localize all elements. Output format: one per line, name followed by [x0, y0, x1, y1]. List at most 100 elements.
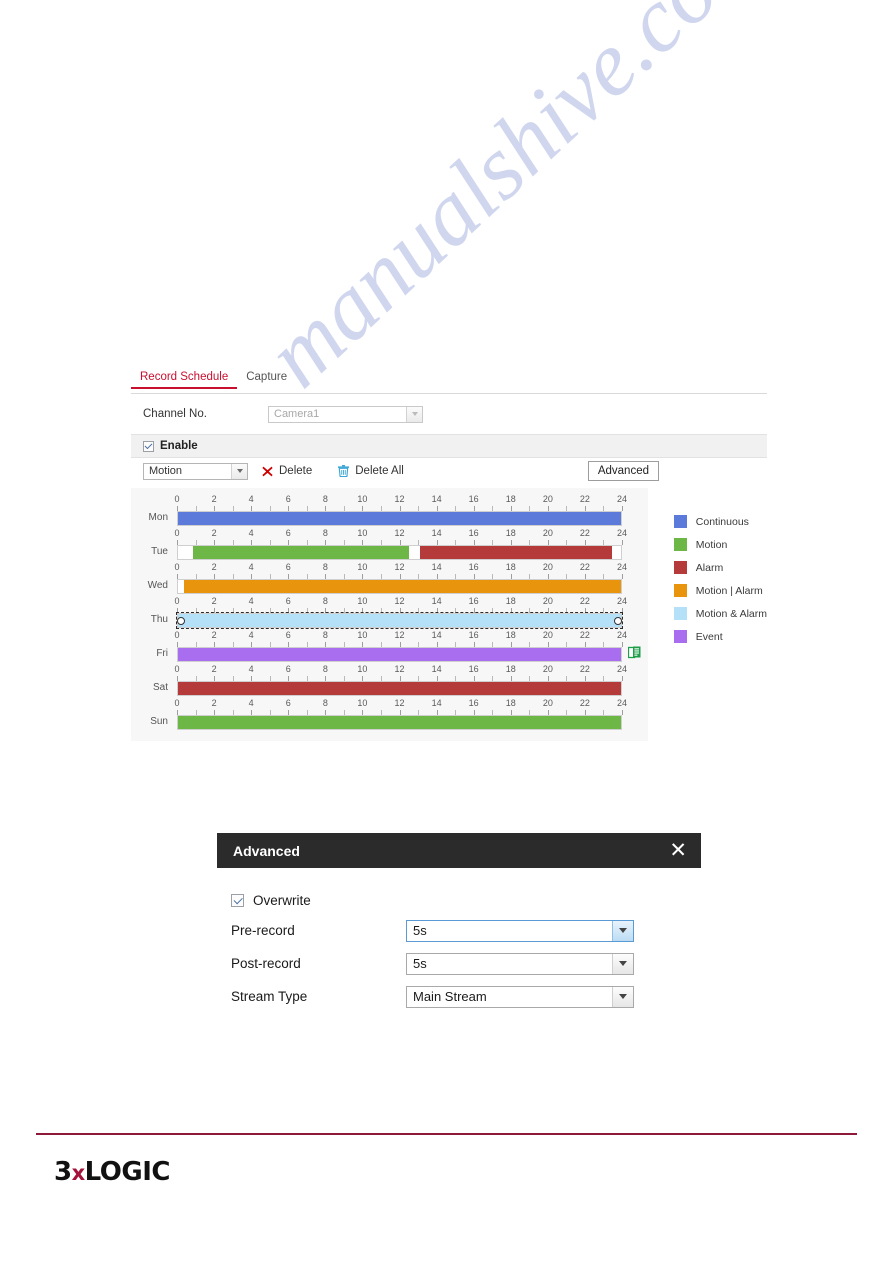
day-track-column: 0 2 4 6 8 10 12 14 16 18 20 22 24 — [174, 698, 627, 730]
pre-record-select[interactable]: 5s — [406, 919, 634, 942]
hour-ruler: 0 2 4 6 8 10 12 14 16 18 20 22 24 — [174, 596, 627, 613]
ruler-tick-label: 24 — [616, 494, 628, 504]
schedule-segment[interactable] — [178, 648, 621, 661]
ruler-tick-label: 8 — [322, 630, 328, 640]
schedule-segment[interactable] — [178, 512, 621, 525]
hour-ruler: 0 2 4 6 8 10 12 14 16 18 20 22 24 — [174, 562, 627, 579]
legend-color-swatch — [673, 607, 687, 620]
close-icon[interactable]: ✕ — [669, 840, 687, 861]
ruler-tick-label: 14 — [431, 664, 442, 674]
ruler-tick-label: 12 — [394, 494, 405, 504]
ruler-tick-label: 18 — [505, 698, 516, 708]
delete-all-button-label: Delete All — [355, 465, 404, 477]
ruler-tick-label: 16 — [468, 562, 479, 572]
ruler-tick-label: 2 — [211, 630, 217, 640]
pre-record-value: 5s — [413, 923, 427, 938]
schedule-segment[interactable] — [192, 546, 409, 559]
advanced-dialog-title: Advanced — [233, 842, 300, 859]
day-track[interactable] — [177, 579, 622, 594]
segment-drag-handle[interactable] — [177, 616, 185, 625]
ruler-tick-label: 10 — [357, 698, 368, 708]
day-label: Thu — [150, 614, 168, 625]
hour-ruler: 0 2 4 6 8 10 12 14 16 18 20 22 24 — [174, 698, 627, 715]
ruler-tick-label: 18 — [505, 528, 516, 538]
ruler-tick-label: 18 — [505, 596, 516, 606]
ruler-tick-label: 12 — [394, 596, 405, 606]
day-label: Mon — [148, 512, 168, 523]
ruler-tick-label: 20 — [542, 528, 553, 538]
record-type-select[interactable]: Motion — [143, 462, 248, 480]
day-label: Sat — [152, 682, 168, 693]
day-track-column: 0 2 4 6 8 10 12 14 16 18 20 22 24 — [174, 664, 627, 696]
ruler-tick — [622, 608, 623, 613]
ruler-tick-label: 14 — [431, 528, 442, 538]
ruler-tick-label: 18 — [505, 494, 516, 504]
ruler-tick-label: 16 — [468, 664, 479, 674]
schedule-segment[interactable] — [178, 614, 621, 627]
post-record-select[interactable]: 5s — [406, 952, 634, 975]
legend-label: Event — [695, 630, 723, 643]
legend-item: Alarm — [673, 556, 767, 579]
ruler-tick-label: 4 — [248, 664, 254, 674]
copy-schedule-icon[interactable] — [627, 646, 641, 659]
brand-prefix: 3 — [54, 1157, 72, 1187]
ruler-tick-label: 2 — [211, 664, 217, 674]
day-track[interactable] — [177, 715, 622, 730]
hour-ruler: 0 2 4 6 8 10 12 14 16 18 20 22 24 — [174, 528, 627, 545]
schedule-legend: Continuous Motion Alarm Motion | Alarm Motio… — [648, 488, 767, 741]
delete-all-button[interactable]: Delete All — [338, 465, 404, 477]
record-schedule-panel: Record Schedule Capture Channel No. Came… — [131, 370, 767, 741]
schedule-segment[interactable] — [178, 682, 621, 695]
ruler-tick-label: 10 — [357, 562, 368, 572]
legend-label: Alarm — [695, 561, 724, 574]
enable-label: Enable — [160, 440, 198, 452]
ruler-tick-label: 8 — [322, 494, 328, 504]
legend-label: Motion & Alarm — [695, 607, 767, 620]
chevron-down-icon — [612, 986, 633, 1007]
day-track[interactable] — [177, 681, 622, 696]
stream-type-select[interactable]: Main Stream — [406, 985, 634, 1008]
day-track-column: 0 2 4 6 8 10 12 14 16 18 20 22 24 — [174, 562, 627, 594]
advanced-button[interactable]: Advanced — [587, 461, 659, 481]
delete-button[interactable]: Delete — [262, 465, 312, 477]
ruler-tick-label: 10 — [357, 664, 368, 674]
channel-select[interactable]: Camera1 — [268, 405, 423, 423]
schedule-segment[interactable] — [183, 580, 621, 593]
post-record-row: Post-record 5s — [217, 947, 701, 980]
ruler-tick-label: 6 — [285, 630, 291, 640]
schedule-segment[interactable] — [178, 716, 621, 729]
ruler-tick-label: 2 — [211, 698, 217, 708]
ruler-tick-label: 16 — [468, 528, 479, 538]
legend-label: Motion | Alarm — [695, 584, 763, 597]
tab-capture[interactable]: Capture — [237, 371, 296, 389]
enable-checkbox[interactable] — [143, 440, 154, 452]
ruler-tick-label: 18 — [505, 664, 516, 674]
segment-drag-handle[interactable] — [614, 616, 622, 625]
day-track[interactable] — [176, 612, 623, 629]
hour-ruler: 0 2 4 6 8 10 12 14 16 18 20 22 24 — [174, 664, 627, 681]
ruler-tick-label: 8 — [322, 596, 328, 606]
legend-label: Motion — [695, 538, 728, 551]
day-track[interactable] — [177, 647, 622, 662]
day-track[interactable] — [177, 511, 622, 526]
advanced-dialog-body: Overwrite Pre-record 5s Post-record 5s S… — [217, 868, 701, 1027]
overwrite-label: Overwrite — [253, 892, 311, 908]
ruler-tick-label: 24 — [616, 630, 628, 640]
schedule-segment[interactable] — [419, 546, 612, 559]
ruler-tick-label: 14 — [431, 596, 442, 606]
day-track[interactable] — [177, 545, 622, 560]
ruler-tick-label: 4 — [248, 596, 254, 606]
ruler-tick — [622, 676, 623, 681]
channel-select-value: Camera1 — [274, 408, 320, 420]
ruler-tick-label: 20 — [542, 698, 553, 708]
chevron-down-icon — [406, 406, 422, 422]
ruler-tick-label: 22 — [579, 630, 590, 640]
schedule-day-row: Tue 0 2 4 6 8 10 12 14 16 18 20 22 24 — [131, 528, 648, 563]
ruler-tick-label: 0 — [174, 528, 180, 538]
ruler-tick-label: 8 — [322, 562, 328, 572]
legend-item: Continuous — [673, 510, 767, 533]
overwrite-checkbox[interactable] — [231, 893, 244, 907]
schedule-toolbar: Motion Delete Delete All Advanced — [131, 458, 767, 484]
schedule-grid[interactable]: Mon 0 2 4 6 8 10 12 14 16 18 20 22 24 Tue 0 2 4 6 8 10 12 14 16… — [131, 488, 648, 741]
tab-record-schedule[interactable]: Record Schedule — [131, 371, 238, 389]
